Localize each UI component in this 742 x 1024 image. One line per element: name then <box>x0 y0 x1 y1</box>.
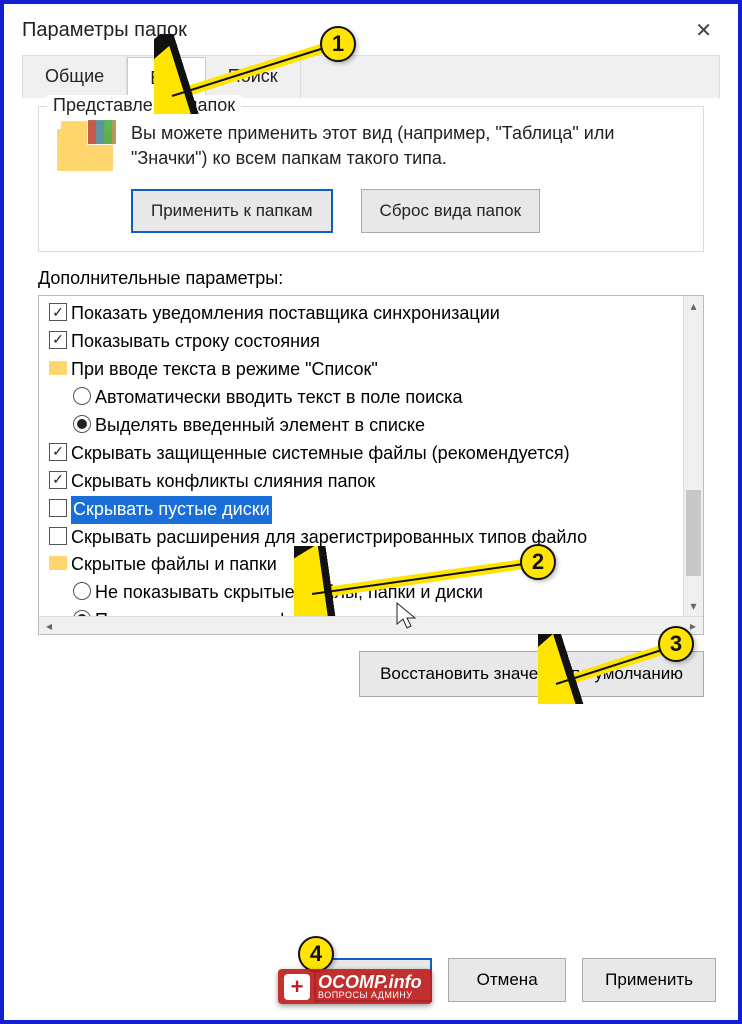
annotation-badge-4: 4 <box>298 936 334 972</box>
dialog-window: Параметры папок ✕ Общие Вид Поиск Предст… <box>0 0 742 1024</box>
watermark: + OCOMP.info ВОПРОСЫ АДМИНУ <box>278 969 432 1004</box>
radio-icon[interactable] <box>73 415 91 433</box>
folder-icon <box>57 121 113 171</box>
annotation-arrow-2 <box>294 546 554 616</box>
option-hide-empty-drives[interactable]: Скрывать пустые диски <box>43 496 703 524</box>
folder-icon <box>49 361 67 375</box>
checkbox-icon[interactable] <box>49 499 67 517</box>
checkbox-icon[interactable]: ✓ <box>49 471 67 489</box>
annotation-badge-3: 3 <box>658 626 694 662</box>
folder-icon <box>49 556 67 570</box>
checkbox-icon[interactable] <box>49 527 67 545</box>
close-icon[interactable]: ✕ <box>687 14 720 47</box>
radio-icon[interactable] <box>73 387 91 405</box>
option-hide-protected[interactable]: ✓ Скрывать защищенные системные файлы (р… <box>43 440 703 468</box>
option-sync-notifications[interactable]: ✓ Показать уведомления поставщика синхро… <box>43 300 703 328</box>
checkbox-icon[interactable]: ✓ <box>49 443 67 461</box>
scroll-thumb[interactable] <box>686 490 701 576</box>
horizontal-scrollbar[interactable]: ◂ ▸ <box>39 616 703 634</box>
option-hide-merge-conflicts[interactable]: ✓ Скрывать конфликты слияния папок <box>43 468 703 496</box>
watermark-brand: OCOMP.info <box>318 973 422 991</box>
tab-strip: Общие Вид Поиск <box>22 55 720 98</box>
tab-general[interactable]: Общие <box>23 56 127 98</box>
cancel-button[interactable]: Отмена <box>448 958 566 1002</box>
option-select-typed[interactable]: Выделять введенный элемент в списке <box>43 412 703 440</box>
checkbox-icon[interactable]: ✓ <box>49 303 67 321</box>
reset-folders-button[interactable]: Сброс вида папок <box>361 189 541 233</box>
annotation-badge-2: 2 <box>520 544 556 580</box>
scroll-down-icon[interactable]: ▾ <box>684 596 703 616</box>
option-auto-search[interactable]: Автоматически вводить текст в поле поиск… <box>43 384 703 412</box>
scroll-up-icon[interactable]: ▴ <box>684 296 703 316</box>
annotation-badge-1: 1 <box>320 26 356 62</box>
watermark-sub: ВОПРОСЫ АДМИНУ <box>318 991 422 1000</box>
scroll-left-icon[interactable]: ◂ <box>39 617 59 634</box>
radio-icon[interactable] <box>73 582 91 600</box>
title-bar: Параметры папок ✕ <box>4 4 738 55</box>
apply-to-folders-button[interactable]: Применить к папкам <box>131 189 333 233</box>
group-list-typing: При вводе текста в режиме "Список" <box>43 356 703 384</box>
checkbox-icon[interactable]: ✓ <box>49 331 67 349</box>
option-status-bar[interactable]: ✓ Показывать строку состояния <box>43 328 703 356</box>
advanced-settings-label: Дополнительные параметры: <box>38 268 704 289</box>
vertical-scrollbar[interactable]: ▴ ▾ <box>683 296 703 616</box>
folder-view-group: Представление папок Вы можете применить … <box>38 106 704 252</box>
folder-view-description: Вы можете применить этот вид (например, … <box>131 121 685 171</box>
apply-button[interactable]: Применить <box>582 958 716 1002</box>
watermark-plus-icon: + <box>284 974 310 1000</box>
